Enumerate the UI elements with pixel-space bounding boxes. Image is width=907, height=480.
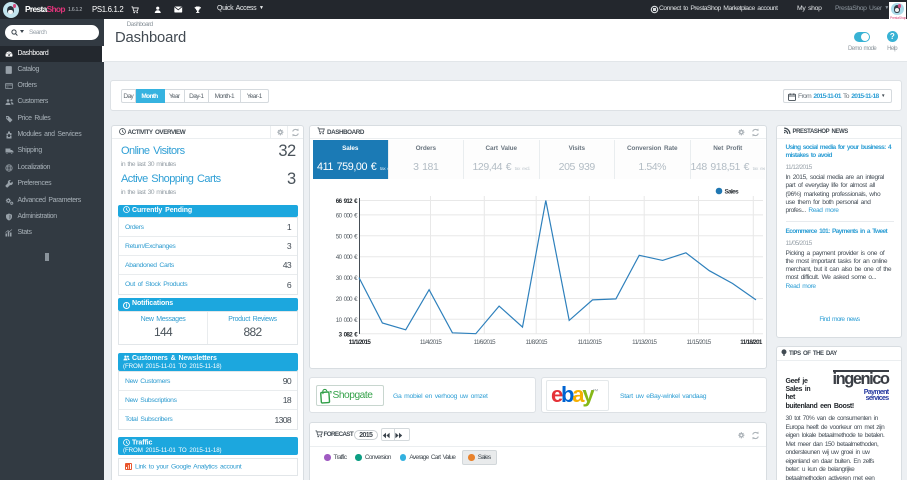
svg-text:11/6/2015: 11/6/2015	[474, 339, 497, 346]
svg-text:60 000 €: 60 000 €	[336, 212, 358, 219]
svg-text:Sales: Sales	[725, 188, 740, 195]
svg-text:3 082 €: 3 082 €	[339, 331, 359, 338]
svg-text:11/15/2015: 11/15/2015	[686, 339, 711, 346]
svg-text:11/18/201: 11/18/201	[740, 339, 763, 346]
svg-text:20 000 €: 20 000 €	[336, 296, 358, 303]
svg-text:11/11/2015: 11/11/2015	[578, 339, 603, 346]
svg-text:30 000 €: 30 000 €	[336, 275, 358, 282]
svg-text:10 000 €: 10 000 €	[336, 316, 358, 323]
svg-text:66 912 €: 66 912 €	[336, 198, 358, 205]
svg-text:50 000 €: 50 000 €	[336, 233, 358, 240]
svg-text:11/8/2015: 11/8/2015	[526, 339, 549, 346]
svg-text:40 000 €: 40 000 €	[336, 254, 358, 261]
svg-text:11/13/2015: 11/13/2015	[632, 339, 657, 346]
svg-text:11/1/2015: 11/1/2015	[349, 339, 372, 346]
svg-text:11/4/2015: 11/4/2015	[420, 339, 443, 346]
